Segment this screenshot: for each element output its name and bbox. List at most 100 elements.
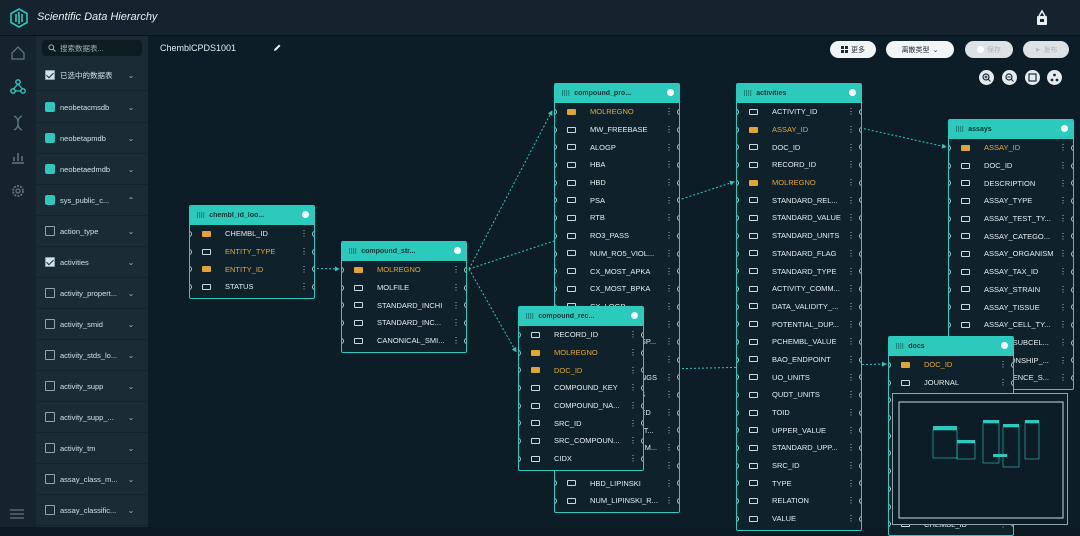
connector-in-icon[interactable] (555, 126, 557, 133)
field-row[interactable]: DATA_VALIDITY_... ⋮ (737, 298, 861, 316)
connector-out-icon[interactable] (1071, 374, 1073, 381)
connector-in-icon[interactable] (889, 450, 891, 457)
field-row[interactable]: COMPOUND_KEY ⋮ (519, 379, 643, 397)
connector-in-icon[interactable] (889, 521, 891, 528)
drag-handle-icon[interactable]: ⠿⠿ (196, 212, 205, 220)
connector-out-icon[interactable] (859, 321, 861, 328)
field-menu-icon[interactable]: ⋮ (665, 355, 673, 364)
connector-out-icon[interactable] (677, 250, 679, 257)
connector-in-icon[interactable] (949, 321, 951, 328)
connector-in-icon[interactable] (949, 198, 951, 205)
connector-in-icon[interactable] (889, 379, 891, 386)
field-row[interactable]: ACTIVITY_COMM... ⋮ (737, 280, 861, 298)
connector-in-icon[interactable] (519, 438, 521, 445)
connector-out-icon[interactable] (641, 402, 643, 409)
connector-out-icon[interactable] (677, 445, 679, 452)
field-row[interactable]: STANDARD_INCHI ⋮ (342, 296, 466, 314)
entity-table[interactable]: ⠿⠿ compound_str... MOLREGNO ⋮ MOLFILE ⋮ STANDA… (341, 241, 467, 353)
field-menu-icon[interactable]: ⋮ (629, 454, 637, 463)
save-button[interactable]: 保存 (965, 41, 1013, 58)
connector-out-icon[interactable] (677, 179, 679, 186)
table-options-icon[interactable] (454, 247, 461, 254)
edit-icon[interactable] (272, 43, 282, 53)
connector-in-icon[interactable] (342, 302, 344, 309)
connector-out-icon[interactable] (1071, 162, 1073, 169)
field-row[interactable]: STANDARD_UPP... ⋮ (737, 439, 861, 457)
field-row[interactable]: STANDARD_VALUE ⋮ (737, 209, 861, 227)
field-menu-icon[interactable]: ⋮ (665, 443, 673, 452)
connector-out-icon[interactable] (641, 367, 643, 374)
sidebar-item[interactable]: sys_public_c... ⌃ (36, 185, 148, 216)
field-row[interactable]: TYPE ⋮ (737, 474, 861, 492)
connector-out-icon[interactable] (677, 462, 679, 469)
field-menu-icon[interactable]: ⋮ (665, 390, 673, 399)
connector-out-icon[interactable] (1071, 251, 1073, 258)
type-select[interactable]: 离散类型 ⌄ (886, 41, 954, 58)
connector-out-icon[interactable] (641, 455, 643, 462)
field-menu-icon[interactable]: ⋮ (1059, 196, 1067, 205)
chevron-down-icon[interactable]: ⌄ (126, 103, 136, 112)
field-menu-icon[interactable]: ⋮ (1059, 267, 1067, 276)
field-menu-icon[interactable]: ⋮ (300, 265, 308, 274)
field-row[interactable]: DOC_ID ⋮ (737, 138, 861, 156)
sidebar-item[interactable]: activity_smid ⌄ (36, 309, 148, 340)
chevron-down-icon[interactable]: ⌄ (126, 258, 136, 267)
connector-in-icon[interactable] (949, 162, 951, 169)
field-menu-icon[interactable]: ⋮ (629, 419, 637, 428)
table-options-icon[interactable] (1001, 342, 1008, 349)
connector-out-icon[interactable] (859, 445, 861, 452)
field-row[interactable]: CX_MOST_APKA ⋮ (555, 262, 679, 280)
table-header[interactable]: ⠿⠿ docs (889, 337, 1013, 356)
field-menu-icon[interactable]: ⋮ (665, 231, 673, 240)
sidebar-item[interactable]: assay_class_m... ⌄ (36, 464, 148, 495)
diagram-canvas[interactable]: ChemblCPDS1001 更多 离散类型 ⌄ 保存 ➤ 发布 ⠿⠿ chemb… (148, 36, 1080, 536)
field-menu-icon[interactable]: ⋮ (665, 496, 673, 505)
connector-out-icon[interactable] (859, 197, 861, 204)
network-icon[interactable] (9, 78, 27, 96)
drag-handle-icon[interactable]: ⠿⠿ (348, 248, 357, 256)
connector-in-icon[interactable] (519, 367, 521, 374)
field-row[interactable]: JOURNAL ⋮ (889, 374, 1013, 392)
connector-in-icon[interactable] (190, 266, 192, 273)
sidebar-item[interactable]: assay_classific... ⌄ (36, 495, 148, 526)
field-menu-icon[interactable]: ⋮ (452, 265, 460, 274)
field-row[interactable]: STANDARD_REL... ⋮ (737, 191, 861, 209)
checkbox-icon[interactable] (45, 381, 55, 391)
sidebar-item[interactable]: neobetapmdb ⌄ (36, 123, 148, 154)
field-menu-icon[interactable]: ⋮ (1059, 214, 1067, 223)
sidebar-item[interactable]: activity_propert... ⌄ (36, 278, 148, 309)
field-row[interactable]: ASSAY_CELL_TY... ⋮ (949, 316, 1073, 334)
connector-out-icon[interactable] (677, 215, 679, 222)
connector-out-icon[interactable] (859, 480, 861, 487)
field-row[interactable]: CHEMBL_ID ⋮ (190, 225, 314, 243)
chevron-down-icon[interactable]: ⌄ (126, 444, 136, 453)
connector-out-icon[interactable] (677, 268, 679, 275)
connector-in-icon[interactable] (737, 498, 739, 505)
field-row[interactable]: ENTITY_ID ⋮ (190, 260, 314, 278)
field-row[interactable]: STANDARD_TYPE ⋮ (737, 262, 861, 280)
field-menu-icon[interactable]: ⋮ (1059, 161, 1067, 170)
field-menu-icon[interactable]: ⋮ (665, 373, 673, 382)
field-menu-icon[interactable]: ⋮ (629, 366, 637, 375)
field-row[interactable]: STANDARD_FLAG ⋮ (737, 245, 861, 263)
connector-out-icon[interactable] (677, 338, 679, 345)
field-row[interactable]: RELATION ⋮ (737, 492, 861, 510)
connector-in-icon[interactable] (737, 480, 739, 487)
connector-in-icon[interactable] (555, 480, 557, 487)
connector-out-icon[interactable] (464, 320, 466, 327)
field-menu-icon[interactable]: ⋮ (629, 401, 637, 410)
database-icon[interactable] (45, 102, 55, 112)
sidebar-item[interactable]: activity_tm ⌄ (36, 433, 148, 464)
field-menu-icon[interactable]: ⋮ (847, 302, 855, 311)
table-header[interactable]: ⠿⠿ compound_pro... (555, 84, 679, 103)
chevron-down-icon[interactable]: ⌄ (126, 289, 136, 298)
field-row[interactable]: ALOGP ⋮ (555, 138, 679, 156)
connector-in-icon[interactable] (737, 126, 739, 133)
connector-in-icon[interactable] (889, 362, 891, 368)
entity-table[interactable]: ⠿⠿ activities ACTIVITY_ID ⋮ ASSAY_ID ⋮ DOC_ID ⋮… (736, 83, 862, 531)
connector-in-icon[interactable] (555, 162, 557, 169)
connector-in-icon[interactable] (555, 197, 557, 204)
field-row[interactable]: PCHEMBL_VALUE ⋮ (737, 333, 861, 351)
minimap[interactable] (892, 393, 1068, 525)
connector-in-icon[interactable] (342, 337, 344, 344)
